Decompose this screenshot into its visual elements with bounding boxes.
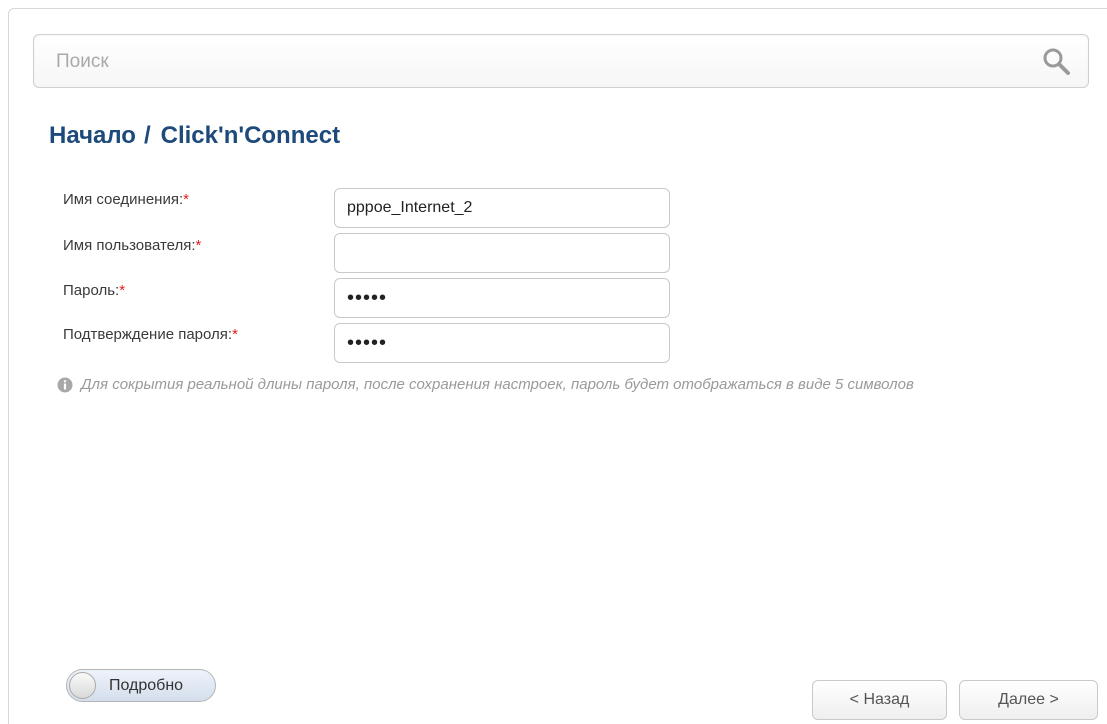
required-mark: * (119, 282, 126, 299)
back-button[interactable]: < Назад (812, 680, 947, 720)
password-confirm-label: Подтверждение пароля:* (63, 326, 238, 343)
password-label-text: Пароль: (63, 282, 120, 299)
connection-name-label-text: Имя соединения: (63, 191, 184, 208)
connection-name-label: Имя соединения:* (63, 191, 189, 208)
password-label: Пароль:* (63, 282, 125, 299)
connection-name-input[interactable] (334, 188, 670, 228)
info-icon (57, 377, 73, 393)
hint-text: Для сокрытия реальной длины пароля, посл… (81, 376, 914, 393)
required-mark: * (195, 237, 202, 254)
password-confirm-label-text: Подтверждение пароля: (63, 326, 233, 343)
password-confirm-input[interactable] (334, 323, 670, 363)
username-label-text: Имя пользователя: (63, 237, 196, 254)
required-mark: * (232, 326, 238, 343)
page-title: Начало / Click'n'Connect (49, 122, 340, 150)
breadcrumb-separator: / (143, 122, 151, 149)
content-panel (8, 8, 1107, 724)
details-toggle[interactable]: Подробно (66, 669, 216, 702)
required-mark: * (183, 191, 189, 208)
details-toggle-label: Подробно (109, 677, 184, 694)
search-icon[interactable] (1042, 47, 1072, 77)
breadcrumb-root[interactable]: Начало (49, 122, 136, 149)
next-button[interactable]: Далее > (959, 680, 1098, 720)
search-input[interactable] (54, 48, 1014, 76)
password-hint: Для сокрытия реальной длины пароля, посл… (57, 375, 1047, 395)
toggle-knob[interactable] (69, 672, 96, 699)
username-label: Имя пользователя:* (63, 237, 201, 254)
breadcrumb-current: Click'n'Connect (160, 122, 341, 149)
username-input[interactable] (334, 233, 670, 273)
search-bar (33, 34, 1089, 88)
password-input[interactable] (334, 278, 670, 318)
